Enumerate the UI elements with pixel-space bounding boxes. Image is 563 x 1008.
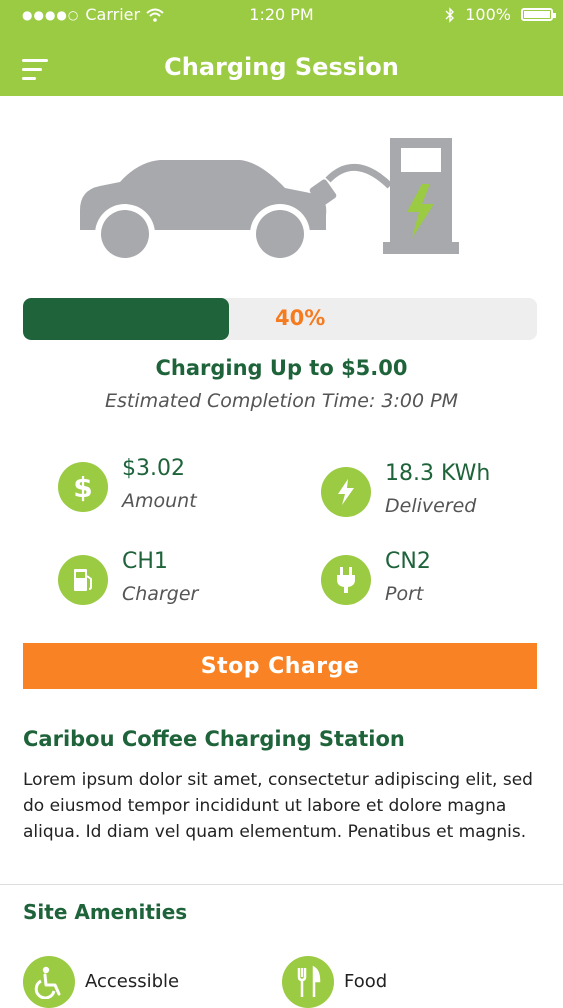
- stop-charge-button[interactable]: Stop Charge: [23, 643, 537, 689]
- charger-value: CH1: [122, 549, 168, 574]
- amount-value: $3.02: [122, 456, 185, 481]
- port-value: CN2: [385, 549, 431, 574]
- estimated-completion: Estimated Completion Time: 3:00 PM: [105, 390, 458, 412]
- charger-label: Charger: [122, 583, 199, 605]
- energy-value: 18.3 KWh: [385, 461, 491, 486]
- car-icon: [80, 160, 327, 260]
- plug-icon: [321, 555, 371, 605]
- status-bar: ●●●●○ Carrier 1:20 PM 100%: [0, 5, 563, 27]
- energy-label: Delivered: [385, 495, 477, 517]
- charging-station-icon: [383, 138, 459, 254]
- bluetooth-icon: [445, 6, 455, 23]
- ev-charging-illustration: [80, 138, 459, 260]
- battery-icon: [521, 8, 556, 21]
- amenity-label: Food: [344, 970, 388, 992]
- divider: [0, 884, 563, 885]
- amenity-accessible[interactable]: Accessible: [23, 956, 179, 1008]
- amenities-title: Site Amenities: [23, 900, 188, 924]
- app-header: ●●●●○ Carrier 1:20 PM 100% Charging Sess…: [0, 0, 563, 96]
- charge-progress-bar: 40%: [23, 298, 537, 340]
- amenity-label: Accessible: [85, 970, 180, 992]
- status-right: 100%: [445, 5, 556, 24]
- charging-limit: Charging Up to $5.00: [155, 356, 408, 380]
- progress-fill: [23, 298, 229, 340]
- port-label: Port: [385, 583, 424, 605]
- dollar-icon: $: [58, 462, 108, 512]
- food-icon: [282, 956, 334, 1008]
- amount-label: Amount: [122, 490, 197, 512]
- charging-cable: [309, 163, 393, 207]
- progress-percent: 40%: [275, 306, 326, 330]
- page-title: Charging Session: [164, 53, 399, 81]
- fuel-pump-icon: [58, 555, 108, 605]
- station-name: Caribou Coffee Charging Station: [23, 727, 405, 751]
- station-description: Lorem ipsum dolor sit amet, consectetur …: [23, 770, 533, 842]
- accessible-icon: [23, 956, 75, 1008]
- amenity-food[interactable]: Food: [282, 956, 387, 1008]
- lightning-icon: [321, 467, 371, 517]
- battery-percent: 100%: [465, 5, 511, 24]
